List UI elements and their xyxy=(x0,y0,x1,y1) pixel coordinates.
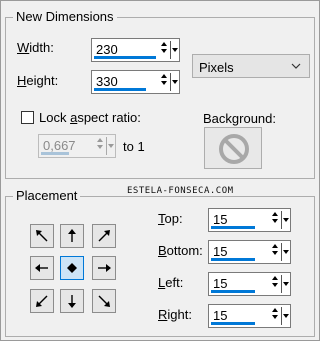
place-left-button[interactable] xyxy=(30,256,54,280)
lock-aspect-label[interactable]: Lock aspect ratio: xyxy=(39,110,141,125)
height-spin-arrows[interactable] xyxy=(159,73,169,91)
aspect-ratio-value[interactable]: 0,667 xyxy=(43,138,76,153)
top-value[interactable]: 15 xyxy=(213,212,227,227)
place-top-left-button[interactable] xyxy=(30,224,54,248)
left-dropdown-button[interactable] xyxy=(281,275,289,293)
place-top-right-button[interactable] xyxy=(92,224,116,248)
placement-title: Placement xyxy=(13,188,81,203)
aspect-to-label: to 1 xyxy=(123,139,145,154)
chevron-down-icon xyxy=(291,63,301,69)
watermark-text: ESTELA-FONSECA.COM xyxy=(127,186,234,196)
background-label: Background: xyxy=(203,111,276,126)
arrow-up-right-icon xyxy=(98,230,110,242)
no-color-icon xyxy=(219,134,249,164)
chevron-down-icon xyxy=(283,314,289,318)
aspect-ratio-slider-bar[interactable] xyxy=(41,152,69,155)
chevron-down-icon xyxy=(283,282,289,286)
height-value[interactable]: 330 xyxy=(96,74,118,89)
place-top-button[interactable] xyxy=(60,224,84,248)
chevron-down-icon xyxy=(108,144,114,148)
width-value[interactable]: 230 xyxy=(96,42,118,57)
right-spinbox[interactable]: 15 xyxy=(208,304,291,328)
width-slider-bar[interactable] xyxy=(94,56,156,59)
arrow-right-icon xyxy=(98,264,111,272)
place-bottom-button[interactable] xyxy=(60,289,84,313)
chevron-down-icon xyxy=(172,80,178,84)
left-label: Left: xyxy=(158,275,184,290)
canvas-size-panel: New Dimensions Width: 230 Height: 330 Pi… xyxy=(0,0,320,341)
width-dropdown-button[interactable] xyxy=(170,41,178,59)
right-slider-bar[interactable] xyxy=(211,322,255,325)
left-spin-arrows[interactable] xyxy=(270,275,280,293)
bottom-dropdown-button[interactable] xyxy=(281,243,289,261)
aspect-ratio-spin-arrows[interactable] xyxy=(95,137,105,155)
arrow-up-icon xyxy=(68,229,76,242)
place-right-button[interactable] xyxy=(92,256,116,280)
top-dropdown-button[interactable] xyxy=(281,211,289,229)
lock-aspect-checkbox[interactable] xyxy=(21,111,34,124)
chevron-down-icon xyxy=(283,250,289,254)
right-label: Right: xyxy=(158,307,192,322)
height-dropdown-button[interactable] xyxy=(170,73,178,91)
arrow-left-icon xyxy=(35,264,48,272)
top-label: Top: xyxy=(158,211,183,226)
top-spinbox[interactable]: 15 xyxy=(208,208,291,232)
arrow-down-right-icon xyxy=(98,295,110,307)
center-diamond-icon xyxy=(67,263,77,273)
units-selected: Pixels xyxy=(199,60,234,75)
bottom-label: Bottom: xyxy=(158,243,203,258)
arrow-up-left-icon xyxy=(36,230,48,242)
left-spinbox[interactable]: 15 xyxy=(208,272,291,296)
height-slider-bar[interactable] xyxy=(94,88,146,91)
arrow-down-left-icon xyxy=(36,295,48,307)
left-slider-bar[interactable] xyxy=(211,290,255,293)
top-slider-bar[interactable] xyxy=(211,226,255,229)
width-spin-arrows[interactable] xyxy=(159,41,169,59)
right-dropdown-button[interactable] xyxy=(281,307,289,325)
arrow-down-icon xyxy=(68,295,76,308)
width-spinbox[interactable]: 230 xyxy=(91,38,180,62)
background-color-swatch[interactable] xyxy=(204,127,262,169)
width-label: Width: xyxy=(17,40,54,55)
bottom-slider-bar[interactable] xyxy=(211,258,255,261)
height-spinbox[interactable]: 330 xyxy=(91,70,180,94)
right-spin-arrows[interactable] xyxy=(270,307,280,325)
bottom-value[interactable]: 15 xyxy=(213,244,227,259)
aspect-ratio-spinbox[interactable]: 0,667 xyxy=(38,134,116,158)
top-spin-arrows[interactable] xyxy=(270,211,280,229)
height-label: Height: xyxy=(17,73,59,88)
place-bottom-right-button[interactable] xyxy=(92,289,116,313)
new-dimensions-title: New Dimensions xyxy=(13,9,117,24)
units-select[interactable]: Pixels xyxy=(192,54,310,78)
right-value[interactable]: 15 xyxy=(213,308,227,323)
chevron-down-icon xyxy=(283,218,289,222)
place-bottom-left-button[interactable] xyxy=(30,289,54,313)
left-value[interactable]: 15 xyxy=(213,276,227,291)
bottom-spinbox[interactable]: 15 xyxy=(208,240,291,264)
bottom-spin-arrows[interactable] xyxy=(270,243,280,261)
aspect-ratio-dropdown-button[interactable] xyxy=(106,137,114,155)
place-center-button[interactable] xyxy=(60,256,84,280)
chevron-down-icon xyxy=(172,48,178,52)
